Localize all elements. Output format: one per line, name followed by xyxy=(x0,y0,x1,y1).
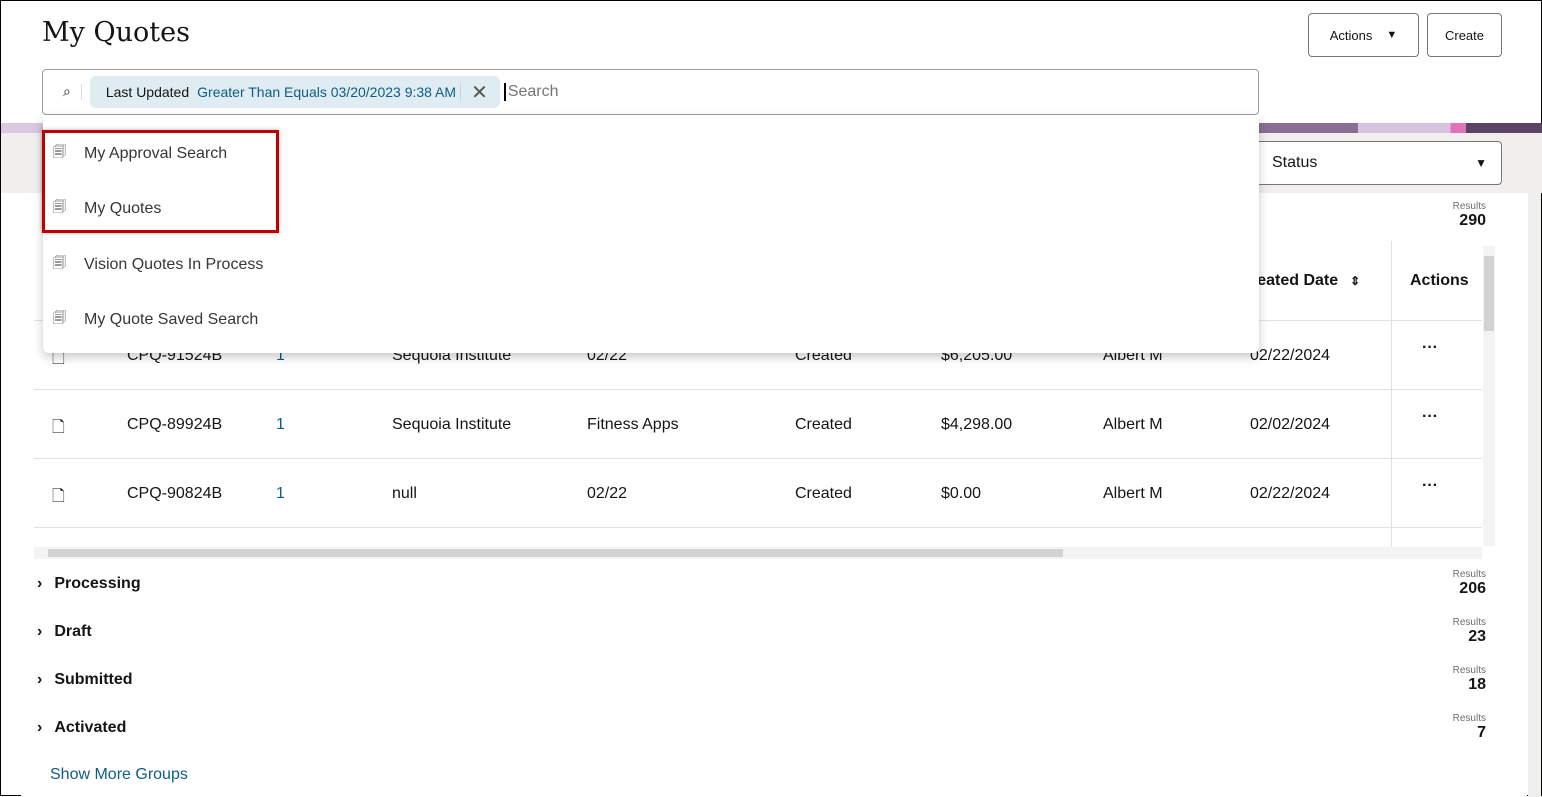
created-date: 02/02/2024 xyxy=(1250,416,1331,433)
chevron-right-icon: › xyxy=(37,575,43,592)
group-activated[interactable]: › Activated xyxy=(37,719,126,737)
quote-number[interactable]: CPQ-89924B xyxy=(127,416,222,434)
group-results: Results 23 xyxy=(1452,617,1486,645)
column-actions: Actions xyxy=(1410,272,1469,289)
created-date: 02/22/2024 xyxy=(1250,347,1331,364)
quote-name: 02/22 xyxy=(587,485,628,502)
group-processing[interactable]: › Processing xyxy=(37,575,141,593)
search-icon[interactable]: ⌕ xyxy=(63,84,71,100)
column-created-date[interactable]: reated Date ⇕ xyxy=(1251,241,1391,321)
row-actions-menu[interactable]: ··· xyxy=(1422,408,1438,426)
saved-search-item[interactable]: 🗐 My Quote Saved Search xyxy=(53,309,258,331)
status: Created xyxy=(795,416,852,433)
created-date: 02/22/2024 xyxy=(1250,485,1331,502)
quote-name: Fitness Apps xyxy=(587,416,679,433)
results-total: Results 290 xyxy=(1452,201,1486,229)
status-label: Status xyxy=(1272,154,1318,171)
document-view-icon[interactable]: 🗋 xyxy=(52,416,65,443)
document-icon: 🗐 xyxy=(53,255,66,270)
table-vertical-scrollbar[interactable] xyxy=(1483,246,1495,546)
divider xyxy=(80,84,82,100)
table-row[interactable]: 🗋 CPQ-90824B 1 null 02/22 Created $0.00 … xyxy=(34,459,1482,528)
group-results: Results 206 xyxy=(1452,569,1486,597)
search-bar[interactable]: ⌕ Last Updated Greater Than Equals 03/20… xyxy=(42,69,1259,115)
chevron-right-icon: › xyxy=(37,623,43,640)
owner: Albert M xyxy=(1103,485,1163,502)
actions-button[interactable]: Actions ▼ xyxy=(1308,13,1419,57)
create-button[interactable]: Create xyxy=(1427,13,1502,57)
row-actions-menu[interactable]: ··· xyxy=(1422,477,1438,495)
table-horizontal-scrollbar[interactable] xyxy=(34,547,1482,559)
account: Sequoia Institute xyxy=(392,416,512,433)
chip-field: Last Updated xyxy=(105,84,190,100)
version: 1 xyxy=(276,416,285,433)
document-icon: 🗐 xyxy=(53,310,66,325)
filter-chip[interactable]: Last Updated Greater Than Equals 03/20/2… xyxy=(89,76,500,108)
table-row[interactable]: 🗋 CPQ-89924B 1 Sequoia Institute Fitness… xyxy=(34,390,1482,459)
caret-down-icon: ▼ xyxy=(1475,156,1487,170)
saved-search-item[interactable]: 🗐 Vision Quotes In Process xyxy=(53,254,263,276)
document-view-icon[interactable]: 🗋 xyxy=(52,485,65,512)
search-input[interactable] xyxy=(503,83,1258,101)
highlight-box xyxy=(42,130,279,233)
page-title: My Quotes xyxy=(42,17,190,48)
account: null xyxy=(392,485,417,502)
amount: $0.00 xyxy=(941,485,982,502)
status-select[interactable]: Status ▼ xyxy=(1251,141,1502,185)
group-results: Results 7 xyxy=(1452,713,1486,741)
status: Created xyxy=(795,485,852,502)
amount: $4,298.00 xyxy=(941,416,1013,433)
close-icon[interactable]: ✕ xyxy=(471,80,488,105)
quote-number[interactable]: CPQ-90824B xyxy=(127,485,222,503)
chevron-right-icon: › xyxy=(37,671,43,688)
divider xyxy=(460,83,462,101)
actions-label: Actions xyxy=(1329,27,1373,43)
caret-down-icon: ▼ xyxy=(1386,29,1398,41)
show-more-groups-link[interactable]: Show More Groups xyxy=(50,766,188,784)
sort-icon: ⇕ xyxy=(1350,274,1361,288)
group-results: Results 18 xyxy=(1452,665,1486,693)
page-vertical-scrollbar[interactable] xyxy=(1528,193,1541,797)
group-draft[interactable]: › Draft xyxy=(37,623,92,641)
group-submitted[interactable]: › Submitted xyxy=(37,671,133,689)
row-actions-menu[interactable]: ··· xyxy=(1422,339,1438,357)
owner: Albert M xyxy=(1103,416,1163,433)
chevron-right-icon: › xyxy=(37,719,43,736)
version: 1 xyxy=(276,485,285,502)
chip-value: Greater Than Equals 03/20/2023 9:38 AM xyxy=(197,84,457,100)
